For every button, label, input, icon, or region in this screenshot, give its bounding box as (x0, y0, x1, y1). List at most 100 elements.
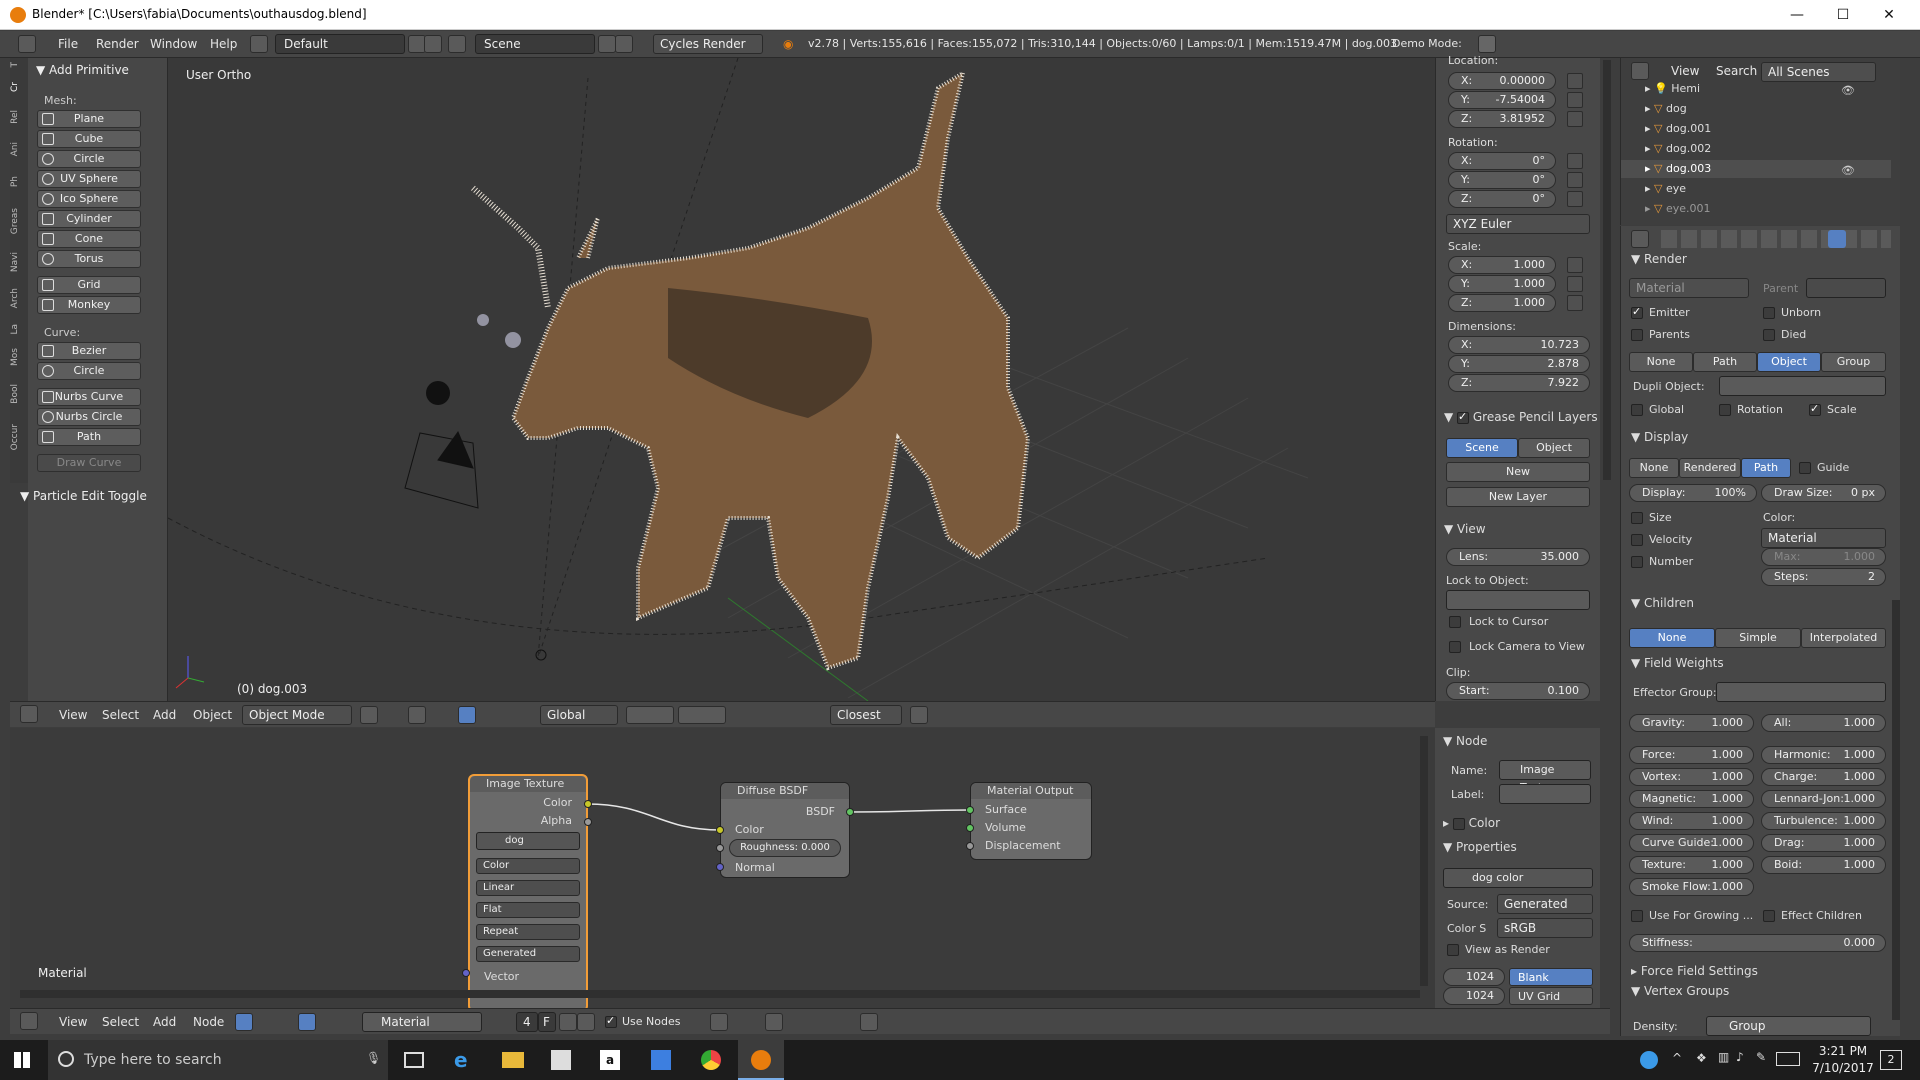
color-space-dropdown[interactable]: Color (476, 858, 580, 874)
lock-icon[interactable] (1567, 92, 1583, 108)
snap-icon[interactable] (765, 1013, 783, 1031)
render-as-path[interactable]: Path (1693, 352, 1757, 372)
parents-checkbox[interactable] (1631, 329, 1643, 341)
location-x-field[interactable]: X: 0.00000 (1448, 72, 1556, 90)
add-cone-button[interactable]: Cone (37, 230, 141, 248)
outliner-item-eye-001[interactable]: ▸ ▽ eye.001 (1645, 202, 1711, 216)
properties-scrollbar[interactable] (1892, 600, 1900, 1020)
bsdf-socket[interactable] (846, 808, 854, 816)
force-field-header[interactable]: ▸ Force Field Settings (1631, 964, 1758, 978)
store-icon[interactable] (551, 1050, 571, 1070)
node-hscrollbar[interactable] (20, 990, 1420, 998)
size-checkbox[interactable] (1631, 512, 1643, 524)
3d-viewport[interactable]: User Ortho (0) dog.003 (168, 58, 1435, 701)
node-menu-node[interactable]: Node (193, 1012, 224, 1032)
guide-checkbox[interactable] (1799, 462, 1811, 474)
field-weight-vortex[interactable]: Vortex: 1.000 (1629, 768, 1754, 786)
maximize-button[interactable]: ☐ (1820, 0, 1866, 30)
dimension-y-field[interactable]: Y: 2.878 (1448, 355, 1590, 373)
keyboard-icon[interactable] (1776, 1052, 1800, 1066)
outliner-menu-view[interactable]: View (1671, 61, 1699, 81)
rotation-y-field[interactable]: Y: 0° (1448, 171, 1556, 189)
view-panel-header[interactable]: ▼ View (1444, 522, 1486, 536)
diffuse-bsdf-node[interactable]: Diffuse BSDF BSDF Color Roughness: 0.000… (720, 782, 850, 878)
tab-physics[interactable]: Ph (10, 176, 28, 187)
scale-y-field[interactable]: Y: 1.000 (1448, 275, 1556, 293)
editor-type-icon[interactable] (1631, 62, 1649, 80)
close-button[interactable]: ✕ (1866, 0, 1912, 30)
backdrop-icon[interactable] (710, 1013, 728, 1031)
render-icon[interactable] (910, 706, 928, 724)
render-as-none[interactable]: None (1629, 352, 1693, 372)
add-curve-circle-button[interactable]: Circle (37, 362, 141, 380)
chrome-icon[interactable] (701, 1050, 721, 1070)
effect-children-checkbox[interactable] (1763, 910, 1775, 922)
vp-menu-select[interactable]: Select (102, 705, 139, 725)
task-view-icon[interactable] (404, 1052, 424, 1068)
field-weight-curve-guide[interactable]: Curve Guide: 1.000 (1629, 834, 1754, 852)
pen-icon[interactable]: ✎ (1756, 1050, 1766, 1064)
add-uv-sphere-button[interactable]: UV Sphere (37, 170, 141, 188)
remove-layout-icon[interactable] (424, 35, 442, 53)
node-panel-header[interactable]: ▼ Node (1443, 734, 1487, 748)
file-explorer-icon[interactable] (502, 1052, 524, 1068)
pivot-icon[interactable] (408, 706, 426, 724)
image-datablock-field[interactable]: dog (476, 832, 580, 850)
field-weights-header[interactable]: ▼ Field Weights (1631, 656, 1724, 670)
field-weight-wind[interactable]: Wind: 1.000 (1629, 812, 1754, 830)
tab-mos[interactable]: Mos (10, 348, 28, 366)
snap-dropdown[interactable]: Closest (830, 705, 902, 725)
clock-time[interactable]: 3:21 PM (1808, 1044, 1878, 1058)
field-weight-smoke-flow[interactable]: Smoke Flow: 1.000 (1629, 878, 1754, 896)
material-field[interactable]: Material (362, 1012, 482, 1032)
children-none[interactable]: None (1629, 628, 1715, 648)
image-width-field[interactable]: 1024 (1443, 968, 1505, 986)
shading-icon[interactable] (360, 706, 378, 724)
manipulator-icon[interactable] (458, 706, 476, 724)
amazon-icon[interactable]: a (600, 1050, 620, 1070)
add-circle-button[interactable]: Circle (37, 150, 141, 168)
source-dropdown[interactable]: Generated (476, 946, 580, 962)
scale-x-field[interactable]: X: 1.000 (1448, 256, 1556, 274)
menu-render[interactable]: Render (96, 34, 139, 54)
editor-type-icon[interactable] (18, 35, 36, 53)
add-path-button[interactable]: Path (37, 428, 141, 446)
location-y-field[interactable]: Y: -7.54004 (1448, 91, 1556, 109)
gp-object-tab[interactable]: Object (1518, 438, 1590, 458)
color-space-dropdown[interactable]: sRGB (1497, 918, 1593, 938)
dropbox-icon[interactable] (651, 1050, 671, 1070)
add-nurbs-curve-button[interactable]: Nurbs Curve (37, 388, 141, 406)
lock-icon[interactable] (1567, 73, 1583, 89)
image-height-field[interactable]: 1024 (1443, 987, 1505, 1005)
node-menu-add[interactable]: Add (153, 1012, 176, 1032)
lock-icon[interactable] (1567, 257, 1583, 273)
source-dropdown[interactable]: Generated (1497, 894, 1593, 914)
node-menu-select[interactable]: Select (102, 1012, 139, 1032)
field-weight-boid[interactable]: Boid: 1.000 (1761, 856, 1886, 874)
rotation-checkbox[interactable] (1719, 404, 1731, 416)
color-socket[interactable] (584, 800, 592, 808)
node-label-field[interactable] (1499, 784, 1591, 804)
grease-pencil-header[interactable]: ▼ Grease Pencil Layers (1444, 410, 1598, 425)
editor-type-icon[interactable] (20, 705, 38, 723)
lock-cursor-checkbox[interactable] (1449, 616, 1461, 628)
field-weight-texture[interactable]: Texture: 1.000 (1629, 856, 1754, 874)
clock-date[interactable]: 7/10/2017 (1808, 1061, 1878, 1075)
add-primitive-header[interactable]: ▼ Add Primitive (36, 60, 186, 80)
blank-type-button[interactable]: Blank (1509, 968, 1593, 986)
field-weight-force[interactable]: Force: 1.000 (1629, 746, 1754, 764)
lens-field[interactable]: Lens: 35.000 (1446, 548, 1590, 566)
node-editor[interactable]: Image Texture Color Alpha dog Color Line… (10, 728, 1435, 1012)
scene-field[interactable]: Scene (475, 34, 595, 54)
display-panel-header[interactable]: ▼ Display (1631, 430, 1688, 444)
menu-help[interactable]: Help (210, 34, 237, 54)
image-datablock-field[interactable]: dog color (1443, 868, 1593, 888)
outliner-item-dog[interactable]: ▸ ▽ dog (1645, 102, 1687, 115)
shader-tree-icon[interactable] (235, 1013, 253, 1031)
scale-z-field[interactable]: Z: 1.000 (1448, 294, 1556, 312)
field-weight-lennard-jon[interactable]: Lennard-Jon: 1.000 (1761, 790, 1886, 808)
visibility-eye-icon[interactable]: 👁 (1841, 84, 1855, 97)
tab-relations[interactable]: Rel (10, 110, 28, 124)
orientation-dropdown[interactable]: Global (540, 705, 618, 725)
node-vscrollbar[interactable] (1420, 736, 1428, 986)
